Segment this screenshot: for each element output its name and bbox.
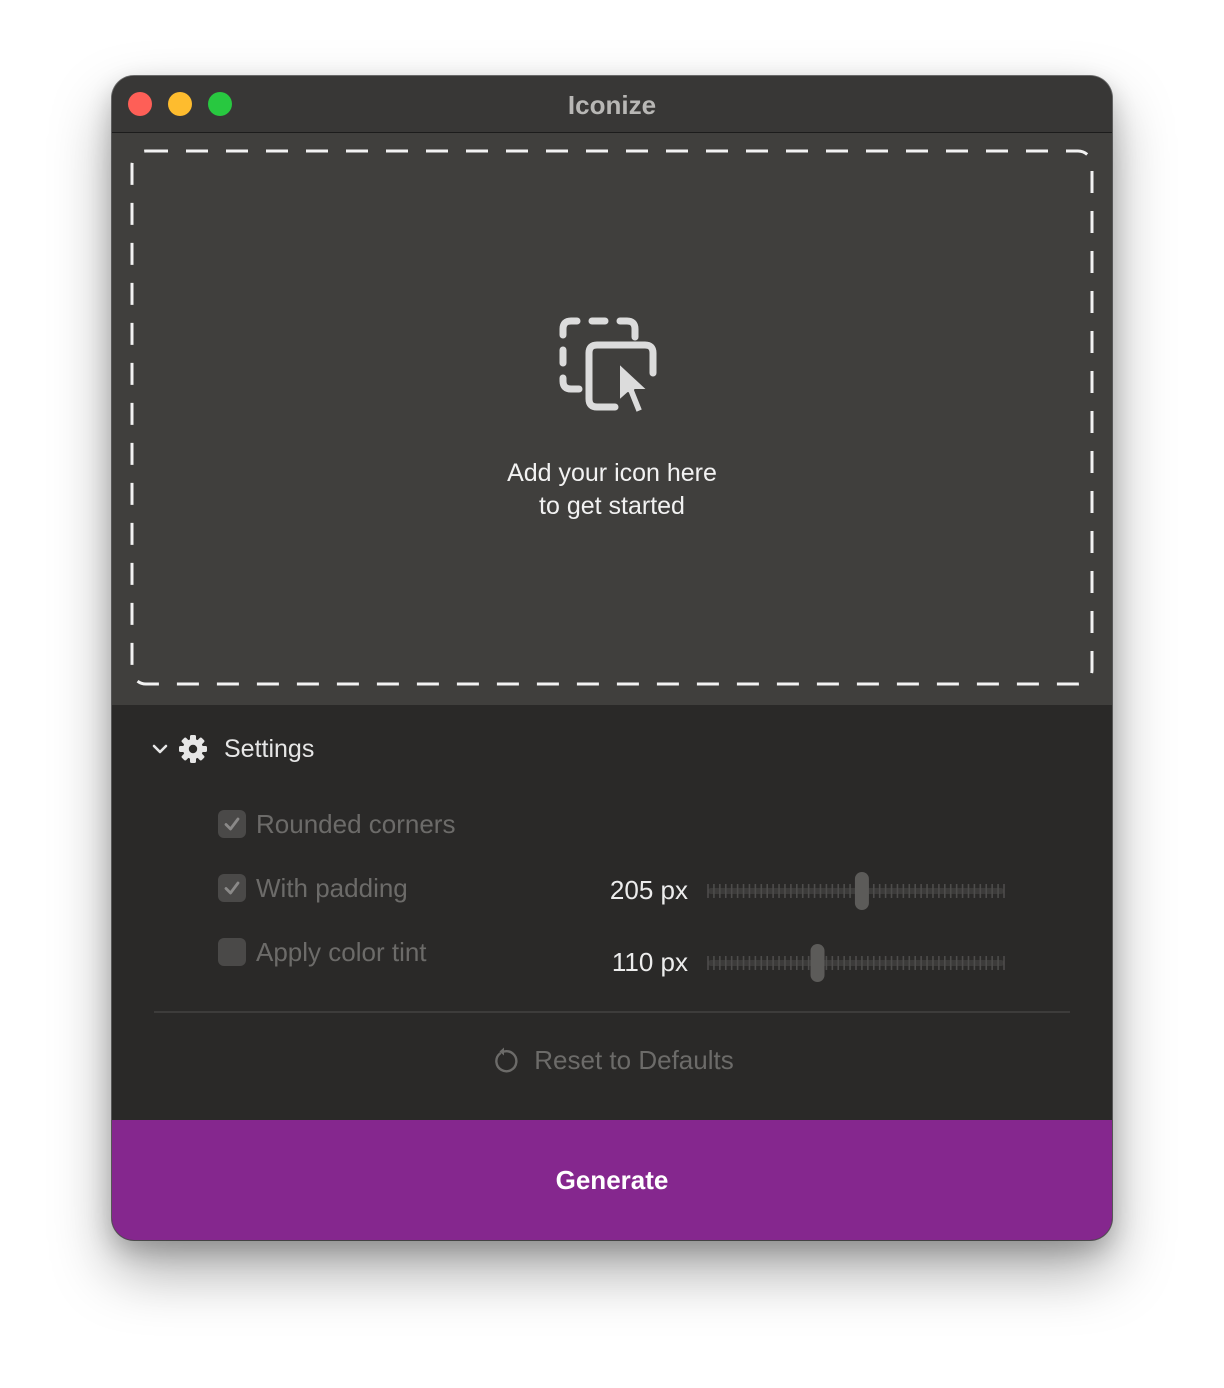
apply-color-tint-label: Apply color tint: [256, 936, 427, 967]
option-apply-color-tint[interactable]: Apply color tint: [218, 937, 427, 967]
padding-slider[interactable]: [706, 943, 1006, 983]
chevron-down-icon: [152, 744, 168, 754]
drag-drop-icon: [559, 317, 657, 414]
icon-drop-zone[interactable]: Add your icon here to get started: [112, 133, 1112, 705]
slider-knob[interactable]: [854, 872, 869, 910]
with-padding-label: With padding: [256, 872, 408, 903]
with-padding-checkbox[interactable]: [218, 874, 246, 902]
app-window: Iconize Add your icon here to get starte…: [112, 76, 1112, 1240]
apply-color-tint-checkbox[interactable]: [218, 938, 246, 966]
corner-radius-value: 205 px: [609, 875, 688, 905]
option-with-padding[interactable]: With padding: [218, 873, 408, 903]
reset-to-defaults-button[interactable]: Reset to Defaults: [112, 1045, 1112, 1076]
rounded-corners-label: Rounded corners: [256, 808, 456, 839]
corner-radius-slider[interactable]: [706, 871, 1006, 911]
option-rounded-corners[interactable]: Rounded corners: [218, 809, 455, 839]
padding-slider-row: 110 px: [552, 943, 1012, 983]
window-title: Iconize: [567, 90, 657, 120]
settings-disclosure[interactable]: Settings: [150, 733, 314, 765]
reset-icon: [495, 1047, 518, 1072]
checkmark-icon: [224, 881, 240, 895]
rounded-corners-checkbox[interactable]: [218, 810, 246, 838]
checkmark-icon: [224, 817, 240, 831]
drop-zone-text: Add your icon here to get started: [112, 457, 1112, 523]
settings-divider: [154, 1011, 1070, 1013]
settings-title: Settings: [224, 734, 315, 763]
title-bar[interactable]: Iconize: [112, 76, 1112, 133]
drop-zone-line1: Add your icon here: [507, 459, 717, 487]
drop-zone-line2: to get started: [539, 492, 685, 520]
padding-value: 110 px: [611, 947, 688, 977]
slider-knob[interactable]: [810, 944, 825, 982]
corner-radius-slider-row: 205 px: [552, 871, 1012, 911]
settings-panel: Settings Rounded corners With padding Ap…: [112, 705, 1112, 1120]
gear-icon: [179, 735, 207, 763]
reset-to-defaults-label: Reset to Defaults: [534, 1045, 734, 1075]
generate-button[interactable]: Generate: [112, 1120, 1112, 1240]
